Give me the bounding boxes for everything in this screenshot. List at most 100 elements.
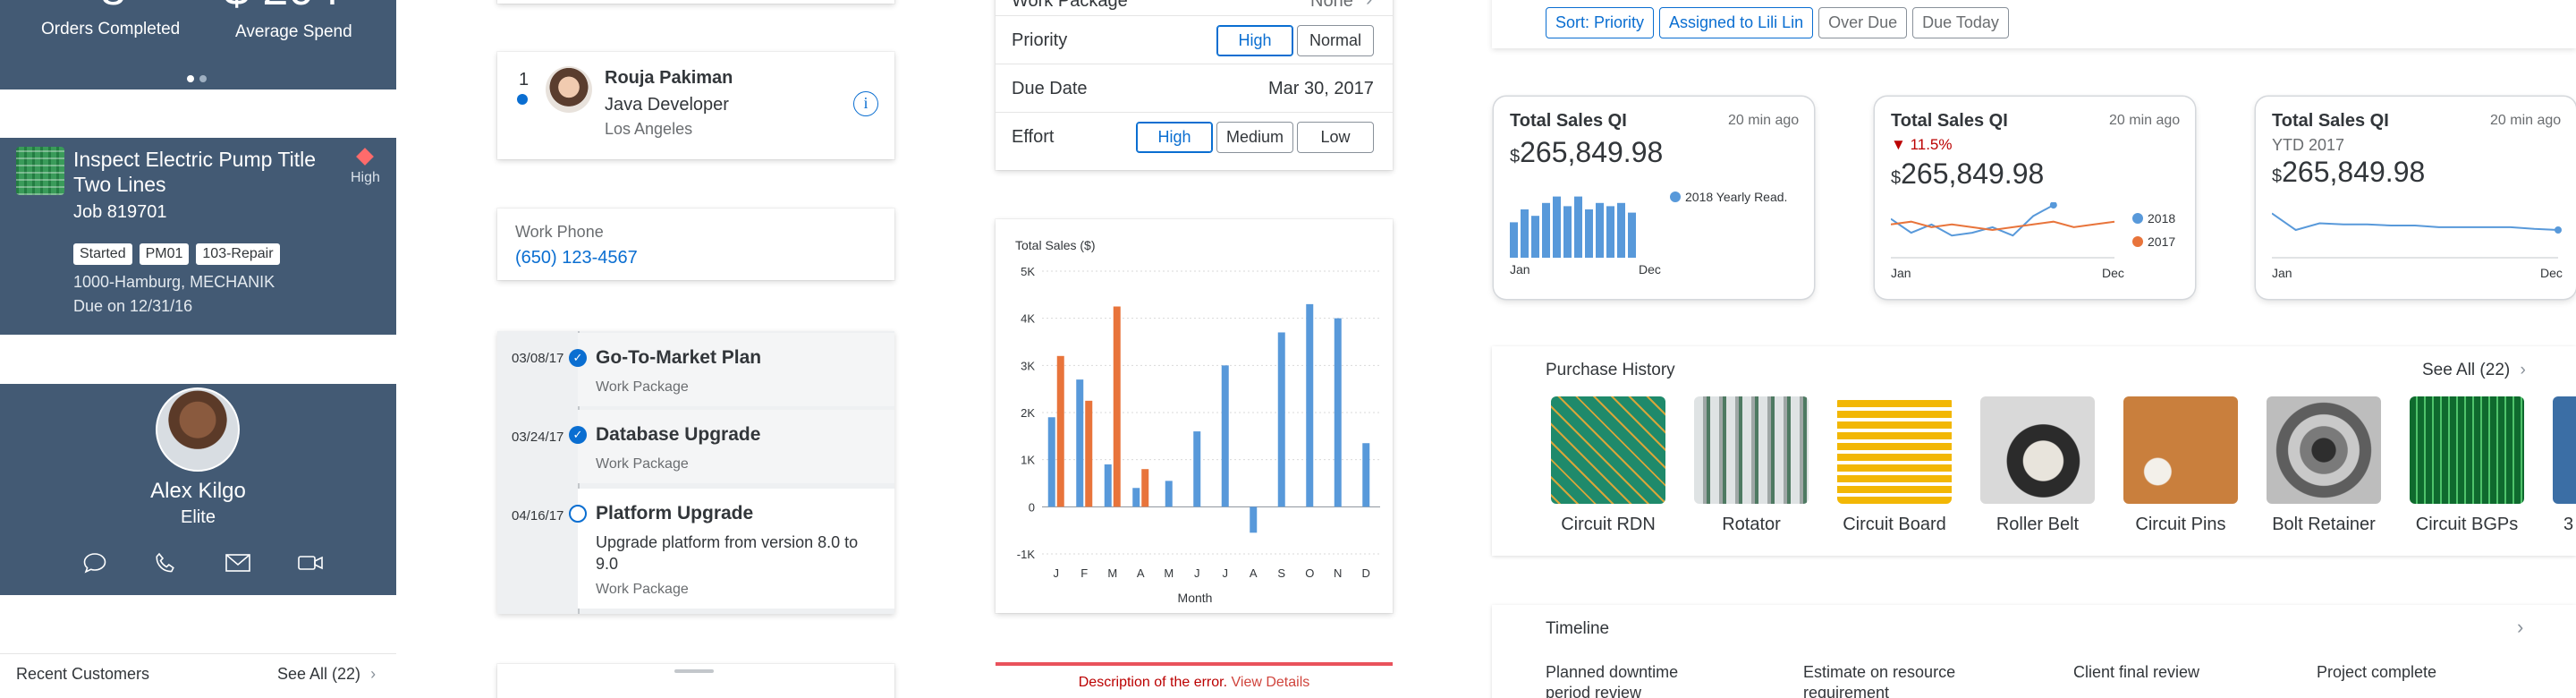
timeline-date: 03/08/17 [512,351,564,366]
product-item[interactable]: Rotator [1694,396,1809,535]
phone-icon[interactable] [153,551,178,579]
timeline-item[interactable]: Platform Upgrade Upgrade platform from v… [569,489,894,609]
circuit-thumbnail [16,147,64,195]
contact-list-item[interactable]: 1 Rouja Pakiman Java Developer Los Angel… [497,52,894,159]
product-item[interactable]: Circuit RDN [1551,396,1665,535]
effort-high-option[interactable]: High [1136,122,1213,153]
drag-handle[interactable] [674,669,714,673]
bar [1553,196,1561,258]
y-tick-label: -1K [1017,548,1036,561]
sort-priority-chip[interactable]: Sort: Priority [1546,7,1655,38]
currency-symbol: $ [2272,166,2283,186]
product-label: Bolt Retainer [2272,515,2376,534]
priority-label: Priority [1012,30,1068,50]
y-tick-label: 5K [1021,265,1035,278]
product-item[interactable]: Roller Belt [1980,396,2095,535]
recent-customers-see-all[interactable]: See All (22) › [277,665,376,684]
spend-label: Average Spend [235,22,352,41]
orders-label: Orders Completed [41,20,181,38]
currency-symbol: $ [1510,147,1521,166]
x-tick-label: J [1194,566,1200,580]
y-tick-label: 1K [1021,454,1035,467]
product-item[interactable]: Bolt Retainer [2267,396,2381,535]
sales-card[interactable]: Total Sales QI 20 min ago ▼ 11.5% $265,8… [1875,97,2195,299]
priority-row: Priority High Normal [996,16,1393,64]
work-phone-value[interactable]: (650) 123-4567 [515,248,638,268]
product-label: 3 [2563,515,2574,534]
contact-name: Rouja Pakiman [605,68,733,88]
profile-name: Alex Kilgo [150,479,246,503]
effort-medium-option[interactable]: Medium [1216,122,1293,153]
timeline-item[interactable]: ✓ Go-To-Market Plan Work Package [569,333,894,406]
product-item[interactable]: Circuit Pins [2123,396,2238,535]
timeline-item[interactable]: ✓ Database Upgrade Work Package [569,410,894,483]
priority-diamond-icon [356,148,375,166]
error-banner: Description of the error. View Details [996,662,1393,698]
product-item[interactable]: Circuit BGPs [2410,396,2524,535]
priority-high-option[interactable]: High [1216,25,1293,56]
sales-card-title: Total Sales QI [2272,111,2389,131]
timeline-card: Timeline › Planned downtime period revie… [1492,605,2576,698]
x-tick-label: A [1137,566,1145,580]
product-label: Circuit BGPs [2415,515,2519,534]
sales-card[interactable]: Total Sales QI 20 min ago $265,849.98 Ja… [1494,97,1814,299]
bar [1047,417,1055,507]
bar [1104,464,1112,507]
due-date-row[interactable]: Due Date Mar 30, 2017 [996,64,1393,113]
data-point [2049,202,2057,209]
video-icon[interactable] [297,551,324,579]
task-title: Inspect Electric Pump Title Two Lines [73,148,316,196]
bar [1585,209,1593,258]
chevron-right-icon[interactable]: › [2517,616,2523,639]
orders-value: 8 [100,0,126,16]
effort-low-option[interactable]: Low [1297,122,1374,153]
error-details-link[interactable]: View Details [1232,675,1310,690]
data-point [2555,226,2562,234]
see-all-label: See All (22) [2422,361,2511,379]
checkmark-icon: ✓ [569,426,587,444]
circuit-pins-image [2123,396,2238,504]
email-icon[interactable] [225,551,251,579]
see-all-label: See All (22) [277,665,361,683]
bar [1531,216,1539,258]
bar [1617,202,1625,258]
due-today-chip[interactable]: Due Today [1912,7,2009,38]
bar [1563,206,1572,258]
effort-row: Effort High Medium Low [996,113,1393,161]
top-card-edge [497,0,894,4]
profile-tier: Elite [181,507,216,527]
sales-card[interactable]: Total Sales QI 20 min ago YTD 2017 $265,… [2256,97,2576,299]
task-due: Due on 12/31/16 [73,297,193,315]
x-end-label: Dec [2102,266,2124,280]
bar [1076,379,1084,507]
roller-belt-image [1980,396,2095,504]
circuit-bgps-image [2410,396,2524,504]
timeline-milestone: Client final review [2073,663,2200,681]
due-date-value: Mar 30, 2017 [1268,79,1374,98]
avatar[interactable] [156,387,240,472]
timeline-item-title: Go-To-Market Plan [596,347,762,368]
priority-normal-option[interactable]: Normal [1297,25,1374,56]
product-item[interactable]: 3 [2553,396,2576,535]
sales-card-value: $265,849.98 [2272,156,2425,189]
task-card[interactable]: Inspect Electric Pump Title Two Lines Jo… [0,138,396,335]
product-item[interactable]: Circuit Board [1837,396,1952,535]
bar [1628,212,1636,258]
job-number: Job 819701 [73,202,167,222]
profile-card: Alex Kilgo Elite [0,384,396,595]
assigned-chip[interactable]: Assigned to Lili Lin [1659,7,1814,38]
work-package-row[interactable]: Work Package None › [996,0,1393,16]
chart-title: Total Sales ($) [1015,238,1095,252]
message-icon[interactable] [82,551,107,579]
product-label: Rotator [1722,515,1781,534]
info-icon[interactable]: i [853,91,878,116]
task-location: 1000-Hamburg, MECHANIK [73,273,275,291]
due-date-label: Due Date [1012,79,1088,98]
over-due-chip[interactable]: Over Due [1818,7,1908,38]
legend-label: 2017 [2148,234,2175,249]
purchase-history-title: Purchase History [1546,361,1675,379]
timeline-item-title: Platform Upgrade [596,503,754,524]
work-phone-item[interactable]: Work Phone (650) 123-4567 [497,209,894,280]
purchase-history-see-all[interactable]: See All (22) › [2422,361,2526,380]
page-indicator[interactable] [187,71,207,87]
